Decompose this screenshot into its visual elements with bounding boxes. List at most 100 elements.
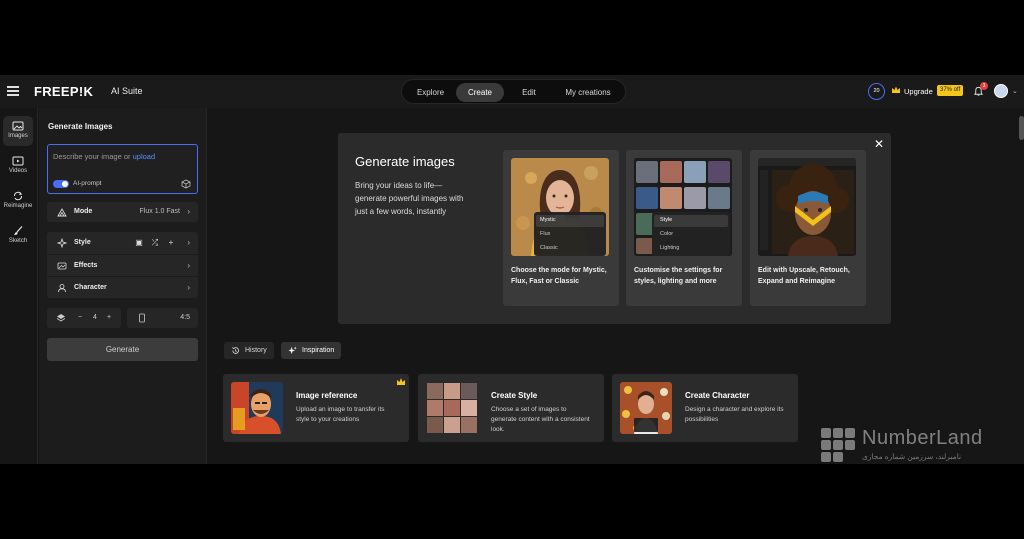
tab-label: History: [245, 347, 267, 354]
numberland-logo: [821, 428, 855, 462]
credits-counter[interactable]: 20: [868, 83, 885, 100]
prompt-input[interactable]: Describe your image or upload AI-prompt: [47, 144, 198, 194]
create-style-thumb: [426, 382, 478, 434]
modal-card-mode: Mystic Flux Classic Choose the mode for …: [503, 150, 619, 306]
rail-item-videos[interactable]: Videos: [3, 151, 33, 181]
generate-panel: Generate Images Describe your image or u…: [39, 108, 207, 464]
cube-icon[interactable]: [181, 179, 191, 189]
left-rail: Images Videos Reimagine Sketch: [0, 108, 38, 464]
card-description: Design a character and explore its possi…: [685, 406, 784, 423]
mode-preview-image: Mystic Flux Classic: [511, 158, 609, 256]
rail-label: Videos: [8, 168, 28, 174]
style-selector[interactable]: Style ▣ ⤮ + ›: [47, 232, 198, 254]
character-selector[interactable]: Character ›: [47, 276, 198, 298]
notification-badge: 3: [980, 82, 988, 90]
palette-icon[interactable]: ▣: [134, 238, 144, 248]
image-reference-thumb: [231, 382, 283, 434]
settings-option: Style: [660, 217, 673, 223]
tab-explore[interactable]: Explore: [408, 83, 453, 102]
card-title: Create Style: [491, 391, 538, 400]
settings-preview-image: Style Color Lighting: [634, 158, 732, 256]
mode-option: Classic: [540, 245, 558, 251]
style-icon: [57, 238, 67, 248]
app-window: FREEP!K AI Suite Explore Create Edit My …: [0, 75, 1024, 464]
close-icon[interactable]: ✕: [872, 137, 886, 151]
prompt-placeholder: Describe your image or upload: [53, 152, 155, 161]
suite-label: AI Suite: [111, 86, 143, 96]
increment-button[interactable]: +: [107, 314, 111, 321]
tab-create[interactable]: Create: [456, 83, 504, 102]
effects-selector[interactable]: Effects ›: [47, 254, 198, 276]
card-caption: Edit with Upscale, Retouch, Expand and R…: [758, 267, 850, 285]
chevron-right-icon: ›: [187, 238, 190, 247]
aspect-ratio-selector[interactable]: 4:5: [127, 308, 198, 328]
rail-item-reimagine[interactable]: Reimagine: [3, 186, 33, 216]
intro-modal: Generate images Bring your ideas to life…: [338, 133, 891, 324]
mode-dropdown-preview: Mystic Flux Classic: [534, 212, 606, 256]
chevron-right-icon: ›: [187, 283, 190, 292]
video-icon: [12, 156, 24, 166]
scrollbar[interactable]: [1019, 116, 1024, 140]
panel-title: Generate Images: [48, 122, 113, 131]
watermark-name: NumberLand: [862, 427, 983, 449]
modal-title: Generate images: [355, 154, 455, 169]
card-description: Upload an image to transfer its style to…: [296, 406, 385, 423]
mode-option: Flux: [540, 231, 551, 237]
image-icon: [12, 121, 24, 131]
create-character-card[interactable]: Create Character Design a character and …: [612, 374, 798, 442]
create-style-card[interactable]: Create Style Choose a set of images to g…: [418, 374, 604, 442]
mode-label: Mode: [74, 208, 93, 215]
top-bar: FREEP!K AI Suite Explore Create Edit My …: [0, 75, 1024, 108]
edit-preview-image: [758, 158, 856, 256]
effects-label: Effects: [74, 262, 98, 269]
avatar[interactable]: [994, 84, 1008, 98]
image-reference-card[interactable]: Image reference Upload an image to trans…: [223, 374, 409, 442]
chevron-down-icon[interactable]: ⌄: [1012, 87, 1018, 95]
generate-button[interactable]: Generate: [47, 338, 198, 361]
tab-my-creations[interactable]: My creations: [554, 83, 622, 102]
settings-group: Style ▣ ⤮ + › Effects › Character ›: [47, 232, 198, 298]
style-tools: ▣ ⤮ +: [128, 238, 176, 248]
rail-item-images[interactable]: Images: [3, 116, 33, 146]
modal-card-settings: Style Color Lighting Customise the setti…: [626, 150, 742, 306]
prompt-placeholder-text: Describe your image or: [53, 152, 131, 161]
rail-item-sketch[interactable]: Sketch: [3, 221, 33, 251]
watermark-subtitle: نامبرلند، سرزمین شماره مجازی: [862, 452, 962, 461]
history-icon: [232, 347, 239, 354]
settings-option: Color: [660, 231, 674, 237]
tab-label: Inspiration: [302, 347, 335, 354]
ai-prompt-label: AI-prompt: [73, 180, 102, 187]
main-nav: Explore Create Edit My creations: [401, 79, 626, 104]
brand-logo[interactable]: FREEP!K: [34, 84, 93, 99]
count-value: 4: [93, 314, 97, 321]
tab-inspiration[interactable]: Inspiration: [281, 342, 342, 359]
card-caption: Customise the settings for styles, light…: [634, 267, 723, 285]
chevron-right-icon: ›: [187, 261, 190, 270]
upgrade-button[interactable]: Upgrade: [904, 87, 933, 96]
settings-option: Lighting: [660, 245, 680, 251]
crown-icon: [892, 86, 900, 93]
card-title: Create Character: [685, 391, 750, 400]
mode-selector[interactable]: Mode Flux 1.0 Fast ›: [47, 202, 198, 222]
tab-history[interactable]: History: [224, 342, 274, 359]
upload-link[interactable]: upload: [133, 152, 156, 161]
menu-icon[interactable]: [7, 86, 19, 96]
discount-badge[interactable]: 37% off: [937, 85, 964, 96]
card-title: Image reference: [296, 391, 358, 400]
card-description: Choose a set of images to generate conte…: [491, 406, 590, 433]
chevron-right-icon: ›: [187, 207, 190, 216]
create-character-thumb: [620, 382, 672, 434]
rail-label: Reimagine: [3, 203, 33, 209]
effects-icon: [57, 262, 67, 270]
character-icon: [58, 284, 66, 293]
decrement-button[interactable]: −: [78, 314, 82, 321]
rail-label: Images: [8, 133, 28, 139]
character-label: Character: [74, 284, 107, 291]
tab-edit[interactable]: Edit: [508, 83, 550, 102]
image-count-stepper: − 4 +: [47, 308, 121, 328]
shuffle-icon[interactable]: ⤮: [150, 238, 160, 248]
aspect-ratio-icon: [139, 313, 145, 323]
brush-icon: [14, 226, 23, 235]
ai-prompt-toggle[interactable]: [53, 180, 69, 188]
add-icon[interactable]: +: [166, 238, 176, 248]
